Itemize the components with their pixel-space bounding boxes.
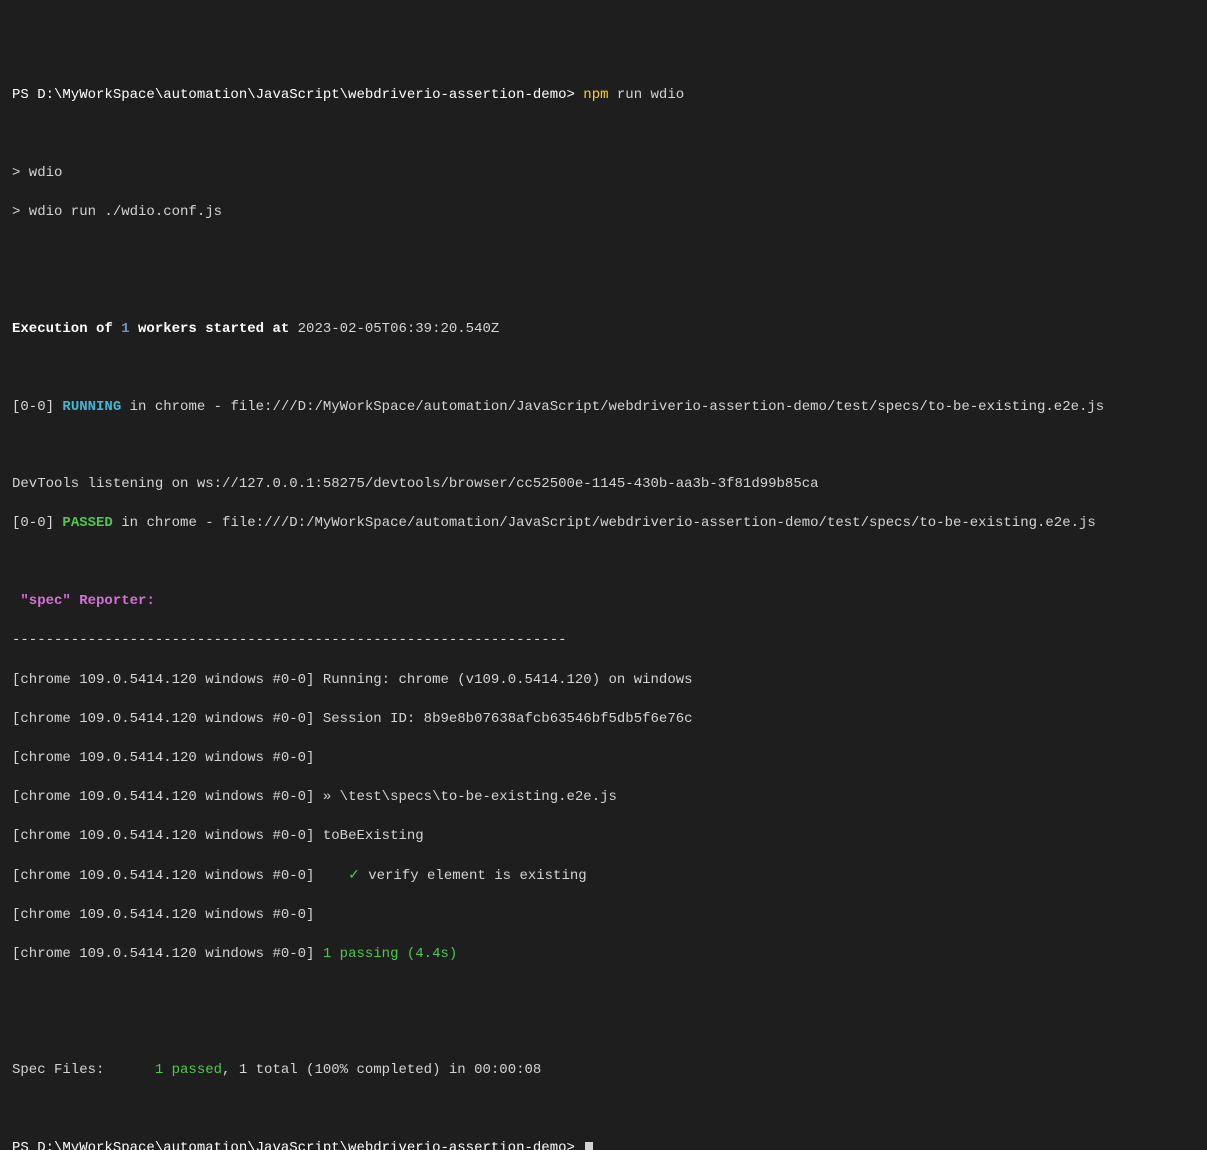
- prompt-path: PS D:\MyWorkSpace\automation\JavaScript\…: [12, 87, 583, 103]
- check-indent: [323, 868, 348, 884]
- devtools-line: DevTools listening on ws://127.0.0.1:582…: [12, 475, 1195, 495]
- cmd-npm: npm: [583, 87, 617, 103]
- blank-line: [12, 554, 1195, 573]
- cursor-icon: [585, 1142, 593, 1150]
- summary-pre: Spec Files:: [12, 1062, 155, 1078]
- spec-line-blank-2: [chrome 109.0.5414.120 windows #0-0]: [12, 906, 1195, 926]
- spec-session: Session ID: 8b9e8b07638afcb63546bf5db5f6…: [323, 711, 693, 727]
- spec-line-suite: [chrome 109.0.5414.120 windows #0-0] toB…: [12, 827, 1195, 847]
- prompt-line-1: PS D:\MyWorkSpace\automation\JavaScript\…: [12, 86, 1195, 106]
- blank-line: [12, 1023, 1195, 1042]
- spec-running: Running: chrome (v109.0.5414.120) on win…: [323, 672, 693, 688]
- passed-line: [0-0] PASSED in chrome - file:///D:/MyWo…: [12, 514, 1195, 534]
- worker-prefix: [0-0]: [12, 515, 62, 531]
- echo-line-1: > wdio: [12, 164, 1195, 184]
- chrome-prefix: [chrome 109.0.5414.120 windows #0-0]: [12, 868, 323, 884]
- chrome-prefix: [chrome 109.0.5414.120 windows #0-0]: [12, 750, 323, 766]
- check-icon: ✓: [348, 868, 368, 884]
- running-detail: in chrome - file:///D:/MyWorkSpace/autom…: [121, 399, 1104, 415]
- spec-line-running: [chrome 109.0.5414.120 windows #0-0] Run…: [12, 671, 1195, 691]
- dashes-line: ----------------------------------------…: [12, 631, 1195, 651]
- blank-line: [12, 984, 1195, 1003]
- summary-line: Spec Files: 1 passed, 1 total (100% comp…: [12, 1061, 1195, 1081]
- running-line: [0-0] RUNNING in chrome - file:///D:/MyW…: [12, 398, 1195, 418]
- chrome-prefix: [chrome 109.0.5414.120 windows #0-0]: [12, 672, 323, 688]
- spec-suite: toBeExisting: [323, 828, 424, 844]
- reporter-header: "spec" Reporter:: [12, 592, 1195, 612]
- chrome-prefix: [chrome 109.0.5414.120 windows #0-0]: [12, 946, 323, 962]
- summary-rest: , 1 total (100% completed) in 00:00:08: [222, 1062, 541, 1078]
- spec-line-blank-1: [chrome 109.0.5414.120 windows #0-0]: [12, 749, 1195, 769]
- spec-line-test: [chrome 109.0.5414.120 windows #0-0] ✓ v…: [12, 867, 1195, 887]
- prompt-path: PS D:\MyWorkSpace\automation\JavaScript\…: [12, 1140, 583, 1150]
- worker-prefix: [0-0]: [12, 399, 62, 415]
- spec-line-session: [chrome 109.0.5414.120 windows #0-0] Ses…: [12, 710, 1195, 730]
- running-status: RUNNING: [62, 399, 121, 415]
- chrome-prefix: [chrome 109.0.5414.120 windows #0-0]: [12, 789, 323, 805]
- spec-line-passing: [chrome 109.0.5414.120 windows #0-0] 1 p…: [12, 945, 1195, 965]
- reporter-spec: "spec": [20, 593, 70, 609]
- reporter-label: Reporter:: [71, 593, 155, 609]
- exec-time: 2023-02-05T06:39:20.540Z: [298, 321, 500, 337]
- reporter-pad: [12, 593, 20, 609]
- spec-test-name: verify element is existing: [368, 868, 586, 884]
- exec-post: workers started at: [130, 321, 298, 337]
- passed-status: PASSED: [62, 515, 112, 531]
- exec-count: 1: [121, 321, 129, 337]
- cmd-args: run wdio: [617, 87, 684, 103]
- chrome-prefix: [chrome 109.0.5414.120 windows #0-0]: [12, 828, 323, 844]
- blank-line: [12, 281, 1195, 300]
- blank-line: [12, 1101, 1195, 1120]
- exec-pre: Execution of: [12, 321, 121, 337]
- echo-line-2: > wdio run ./wdio.conf.js: [12, 203, 1195, 223]
- blank-line: [12, 243, 1195, 262]
- chrome-prefix: [chrome 109.0.5414.120 windows #0-0]: [12, 711, 323, 727]
- blank-line: [12, 359, 1195, 378]
- blank-line: [12, 437, 1195, 456]
- spec-passing: 1 passing (4.4s): [323, 946, 457, 962]
- blank-line: [12, 126, 1195, 145]
- spec-file: » \test\specs\to-be-existing.e2e.js: [323, 789, 617, 805]
- execution-header: Execution of 1 workers started at 2023-0…: [12, 320, 1195, 340]
- prompt-line-2[interactable]: PS D:\MyWorkSpace\automation\JavaScript\…: [12, 1139, 1195, 1150]
- summary-passed: 1 passed: [155, 1062, 222, 1078]
- passed-detail: in chrome - file:///D:/MyWorkSpace/autom…: [113, 515, 1096, 531]
- chrome-prefix: [chrome 109.0.5414.120 windows #0-0]: [12, 907, 323, 923]
- spec-line-file: [chrome 109.0.5414.120 windows #0-0] » \…: [12, 788, 1195, 808]
